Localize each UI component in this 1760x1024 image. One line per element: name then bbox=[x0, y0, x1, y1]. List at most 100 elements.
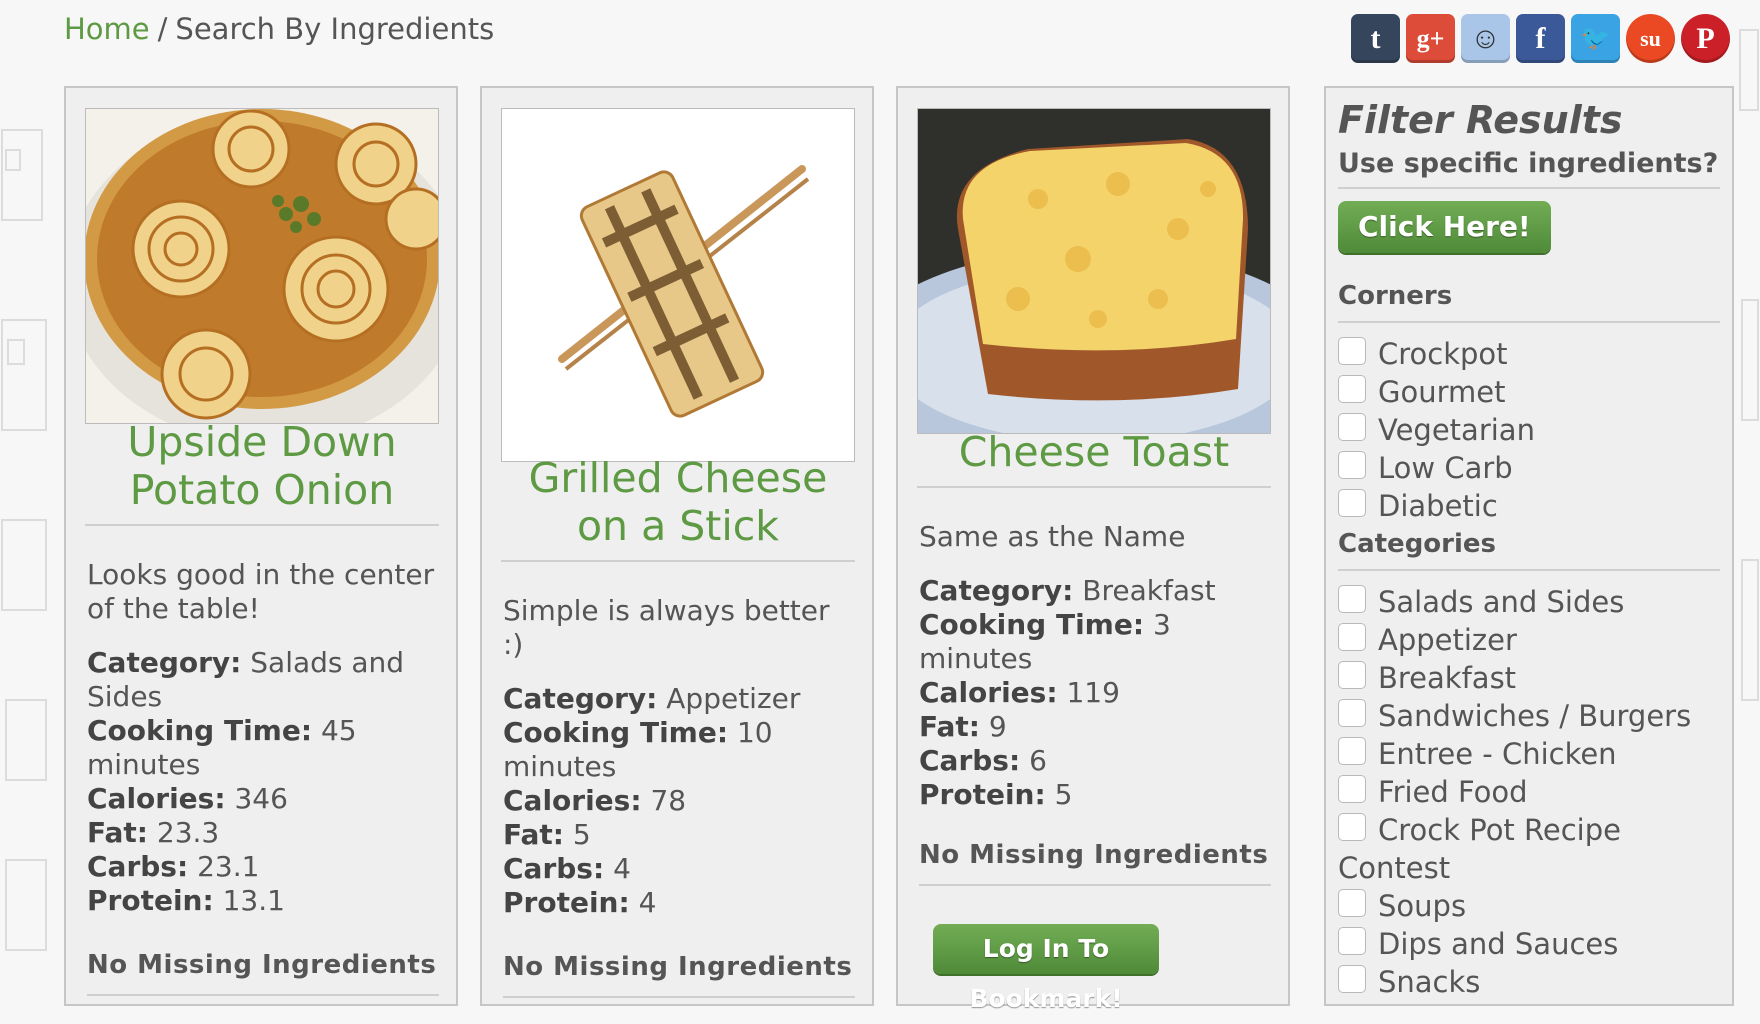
checkbox[interactable] bbox=[1338, 489, 1366, 517]
stat-label: Cooking Time: bbox=[87, 714, 313, 747]
twitter-icon[interactable]: 🐦 bbox=[1571, 14, 1620, 63]
stat-label: Fat: bbox=[503, 818, 564, 851]
carbs-value: 6 bbox=[1029, 744, 1047, 777]
category-option[interactable]: Snacks bbox=[1338, 963, 1720, 1001]
category-option[interactable]: Sandwiches / Burgers bbox=[1338, 697, 1720, 735]
potato-onion-image bbox=[86, 109, 438, 423]
option-label: Fried Food bbox=[1378, 775, 1528, 809]
checkbox[interactable] bbox=[1338, 965, 1366, 993]
recipe-description: Simple is always better :) bbox=[503, 594, 830, 661]
stat-label: Calories: bbox=[503, 784, 642, 817]
stat-label: Protein: bbox=[87, 884, 214, 917]
recipe-stats: Category: Salads and Sides Cooking Time:… bbox=[87, 646, 439, 918]
tumblr-icon[interactable]: t bbox=[1351, 14, 1400, 63]
stat-label: Category: bbox=[503, 682, 658, 715]
click-here-button[interactable]: Click Here! bbox=[1338, 201, 1551, 253]
corner-option[interactable]: Crockpot bbox=[1338, 335, 1720, 373]
option-label: Soups bbox=[1378, 889, 1467, 923]
fat-value: 23.3 bbox=[156, 816, 220, 849]
recipe-title[interactable]: Upside Down Potato Onion bbox=[85, 418, 439, 526]
option-label: Vegetarian bbox=[1378, 413, 1535, 447]
breadcrumb: Home / Search By Ingredients bbox=[64, 12, 494, 46]
corner-option[interactable]: Low Carb bbox=[1338, 449, 1720, 487]
corners-heading: Corners bbox=[1338, 281, 1720, 323]
category-option[interactable]: Entree - Chicken bbox=[1338, 735, 1720, 773]
recipe-photo[interactable] bbox=[501, 108, 855, 462]
stat-label: Calories: bbox=[919, 676, 1058, 709]
stat-label: Cooking Time: bbox=[919, 608, 1145, 641]
recipe-photo[interactable] bbox=[85, 108, 439, 424]
social-share-bar: t g+ ☺ f 🐦 su P bbox=[1351, 14, 1730, 63]
stat-label: Carbs: bbox=[919, 744, 1021, 777]
category-option[interactable]: Dips and Sauces bbox=[1338, 925, 1720, 963]
category-option[interactable]: Salads and Sides bbox=[1338, 583, 1720, 621]
protein-value: 13.1 bbox=[222, 884, 285, 917]
category-option[interactable]: Appetizer bbox=[1338, 621, 1720, 659]
calories-value: 119 bbox=[1066, 676, 1120, 709]
stat-label: Cooking Time: bbox=[503, 716, 729, 749]
pinterest-icon[interactable]: P bbox=[1681, 14, 1730, 63]
checkbox[interactable] bbox=[1338, 413, 1366, 441]
option-label: Gourmet bbox=[1378, 375, 1506, 409]
category-option[interactable]: Fried Food bbox=[1338, 773, 1720, 811]
recipe-title[interactable]: Cheese Toast bbox=[917, 428, 1271, 488]
checkbox[interactable] bbox=[1338, 661, 1366, 689]
checkbox[interactable] bbox=[1338, 737, 1366, 765]
stat-label: Category: bbox=[87, 646, 242, 679]
recipe-stats: Category: Breakfast Cooking Time: 3 minu… bbox=[919, 574, 1271, 812]
missing-ingredients-status: No Missing Ingredients bbox=[87, 950, 439, 996]
filter-subtitle: Use specific ingredients? bbox=[1338, 148, 1720, 189]
category-value: Appetizer bbox=[666, 682, 801, 715]
category-option[interactable]: Breakfast bbox=[1338, 659, 1720, 697]
corner-option[interactable]: Vegetarian bbox=[1338, 411, 1720, 449]
recipe-body: Looks good in the center of the table! C… bbox=[87, 558, 439, 918]
stat-label: Carbs: bbox=[503, 852, 605, 885]
login-bookmark-button[interactable]: Log In To Bookmark! bbox=[933, 924, 1159, 1013]
recipe-card: Cheese Toast Same as the Name Category: … bbox=[896, 86, 1290, 1006]
checkbox[interactable] bbox=[1338, 889, 1366, 917]
option-label: Diabetic bbox=[1378, 489, 1498, 523]
breadcrumb-separator: / bbox=[157, 12, 168, 46]
corner-option[interactable]: Diabetic bbox=[1338, 487, 1720, 525]
reddit-icon[interactable]: ☺ bbox=[1461, 14, 1510, 63]
category-option[interactable]: Soups bbox=[1338, 887, 1720, 925]
stat-label: Carbs: bbox=[87, 850, 189, 883]
recipe-description: Looks good in the center of the table! bbox=[87, 558, 435, 625]
checkbox[interactable] bbox=[1338, 451, 1366, 479]
grilled-cheese-stick-image bbox=[558, 165, 810, 418]
checkbox[interactable] bbox=[1338, 375, 1366, 403]
stat-label: Fat: bbox=[919, 710, 980, 743]
stat-label: Category: bbox=[919, 574, 1074, 607]
option-label: Appetizer bbox=[1378, 623, 1517, 657]
recipe-photo[interactable] bbox=[917, 108, 1271, 434]
checkbox[interactable] bbox=[1338, 775, 1366, 803]
category-option[interactable]: Crock Pot Recipe Contest bbox=[1338, 811, 1720, 887]
carbs-value: 4 bbox=[613, 852, 631, 885]
recipe-body: Simple is always better :) Category: App… bbox=[503, 594, 855, 920]
recipe-description: Same as the Name bbox=[919, 520, 1186, 553]
option-label: Breakfast bbox=[1378, 661, 1517, 695]
checkbox[interactable] bbox=[1338, 337, 1366, 365]
facebook-icon[interactable]: f bbox=[1516, 14, 1565, 63]
checkbox[interactable] bbox=[1338, 699, 1366, 727]
cheese-toast-image bbox=[918, 109, 1270, 433]
checkbox[interactable] bbox=[1338, 585, 1366, 613]
missing-ingredients-status: No Missing Ingredients bbox=[503, 952, 855, 998]
checkbox[interactable] bbox=[1338, 813, 1366, 841]
checkbox[interactable] bbox=[1338, 927, 1366, 955]
recipe-card: Upside Down Potato Onion Looks good in t… bbox=[64, 86, 458, 1006]
checkbox[interactable] bbox=[1338, 623, 1366, 651]
corner-option[interactable]: Gourmet bbox=[1338, 373, 1720, 411]
missing-ingredients-status: No Missing Ingredients bbox=[919, 840, 1271, 886]
google-plus-icon[interactable]: g+ bbox=[1406, 14, 1455, 63]
calories-value: 78 bbox=[650, 784, 687, 817]
recipe-title[interactable]: Grilled Cheese on a Stick bbox=[501, 454, 855, 562]
stat-label: Protein: bbox=[919, 778, 1046, 811]
recipe-stats: Category: Appetizer Cooking Time: 10 min… bbox=[503, 682, 855, 920]
stumbleupon-icon[interactable]: su bbox=[1626, 14, 1675, 63]
option-label: Low Carb bbox=[1378, 451, 1513, 485]
option-label: Dips and Sauces bbox=[1378, 927, 1619, 961]
option-label: Crockpot bbox=[1378, 337, 1508, 371]
stat-label: Calories: bbox=[87, 782, 226, 815]
breadcrumb-home-link[interactable]: Home bbox=[64, 12, 150, 46]
